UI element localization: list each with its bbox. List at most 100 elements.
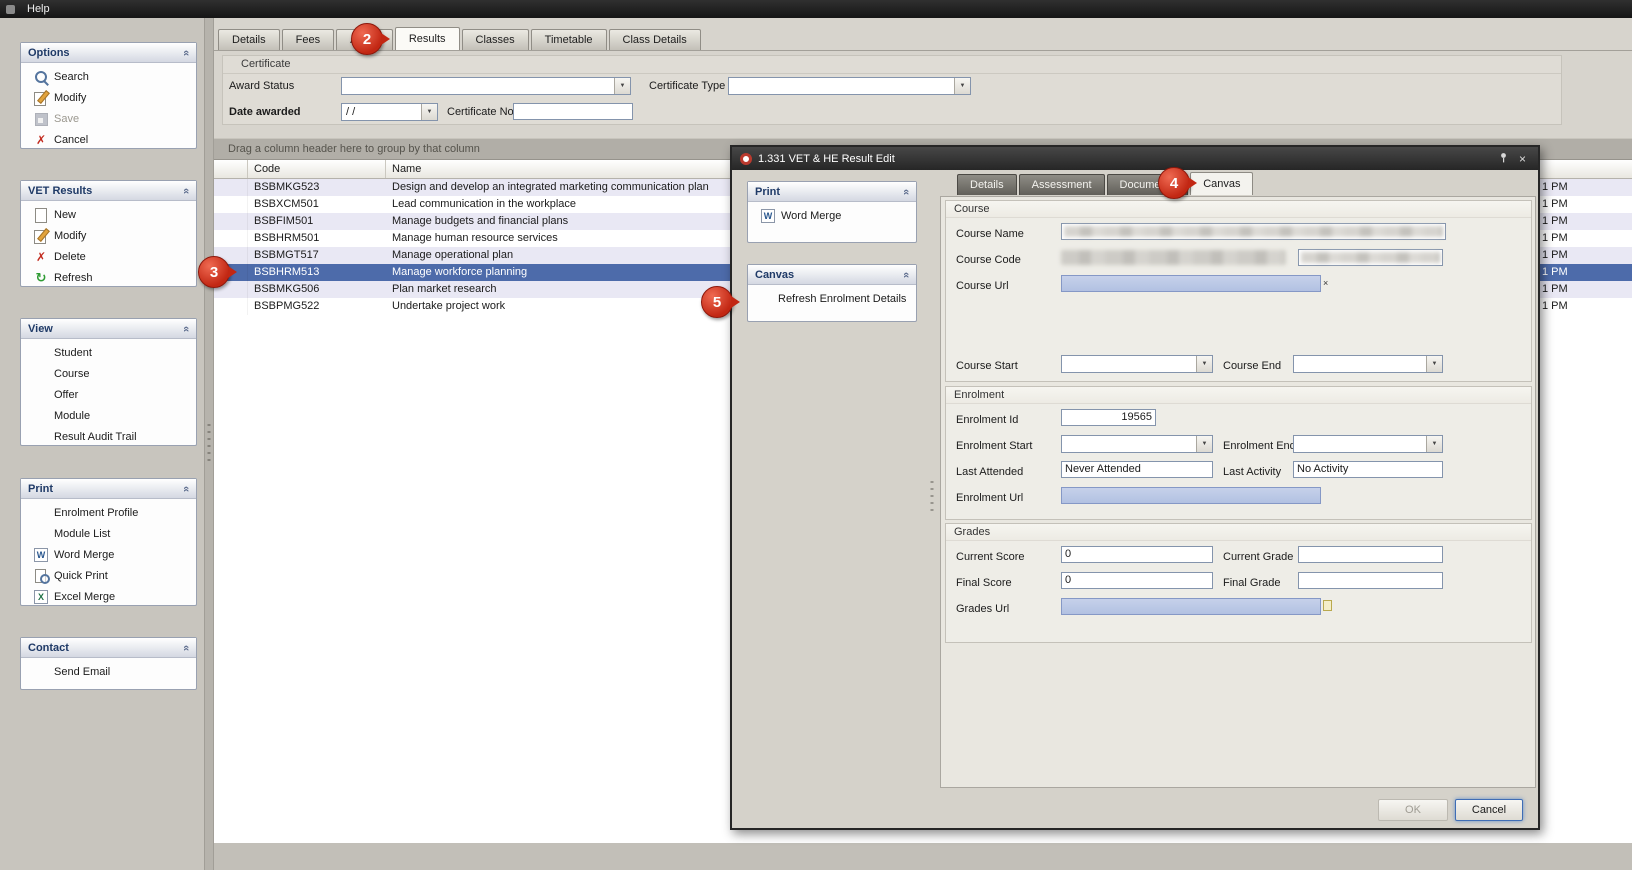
dialog-item-word-merge[interactable]: W Word Merge (748, 205, 916, 226)
collapse-chevron-icon[interactable]: « (900, 188, 912, 194)
sidebar-item-module[interactable]: Module (21, 405, 196, 426)
dialog-titlebar[interactable]: 1.331 VET & HE Result Edit × (732, 147, 1538, 170)
certificate-no-field[interactable] (513, 103, 633, 120)
dropdown-arrow-icon[interactable]: ▼ (1426, 356, 1442, 372)
certificate-type-combo[interactable]: ▼ (728, 77, 971, 95)
sidebar-item-modify-result[interactable]: Modify (21, 225, 196, 246)
dropdown-arrow-icon[interactable]: ▼ (1196, 436, 1212, 452)
sidebar-item-save[interactable]: Save (21, 108, 196, 129)
modify-pencil-icon (34, 229, 48, 243)
sidebar-item-excel-merge[interactable]: X Excel Merge (21, 586, 196, 607)
dialog-splitter[interactable] (928, 175, 936, 820)
pin-icon[interactable] (1498, 152, 1509, 166)
collapse-chevron-icon[interactable]: « (900, 271, 912, 277)
course-code-field[interactable] (1298, 249, 1443, 266)
sidebar-item-student[interactable]: Student (21, 342, 196, 363)
panel-contact-header[interactable]: Contact « (21, 638, 196, 658)
code-column-header[interactable]: Code (248, 160, 386, 178)
sidebar-item-offer[interactable]: Offer (21, 384, 196, 405)
row-time: 1 PM (1542, 281, 1568, 298)
dialog-tab-assessment[interactable]: Assessment (1019, 174, 1105, 195)
tab-fees[interactable]: Fees (282, 29, 334, 50)
enrolment-url-field[interactable] (1061, 487, 1321, 504)
panel-options-header[interactable]: Options « (21, 43, 196, 63)
print-preview-icon (34, 569, 48, 583)
tab-results[interactable]: Results (395, 27, 460, 50)
row-time: 1 PM (1542, 179, 1568, 196)
last-activity-field[interactable]: No Activity (1293, 461, 1443, 478)
dialog-item-refresh-enrolment-details[interactable]: Refresh Enrolment Details (748, 288, 916, 309)
dialog-tab-canvas[interactable]: Canvas (1190, 172, 1253, 195)
spacer-icon (34, 506, 48, 520)
tab-class-details[interactable]: Class Details (609, 29, 701, 50)
enrolment-end-combo[interactable]: ▼ (1293, 435, 1443, 453)
item-label: Save (54, 113, 79, 125)
course-end-combo[interactable]: ▼ (1293, 355, 1443, 373)
clear-icon[interactable]: × (1323, 278, 1328, 288)
collapse-chevron-icon[interactable]: « (180, 325, 192, 331)
last-activity-label: Last Activity (1223, 464, 1281, 481)
tab-timetable[interactable]: Timetable (531, 29, 607, 50)
dropdown-arrow-icon[interactable]: ▼ (421, 104, 437, 120)
tab-classes[interactable]: Classes (462, 29, 529, 50)
row-code: BSBPMG522 (248, 298, 386, 315)
final-grade-field[interactable] (1298, 572, 1443, 589)
enrolment-start-combo[interactable]: ▼ (1061, 435, 1213, 453)
award-status-combo[interactable]: ▼ (341, 77, 631, 95)
tab-details[interactable]: Details (218, 29, 280, 50)
enrolment-id-field[interactable]: 19565 (1061, 409, 1156, 426)
sidebar-item-result-audit-trail[interactable]: Result Audit Trail (21, 426, 196, 447)
panel-print-header[interactable]: Print « (21, 479, 196, 499)
close-icon[interactable]: × (1515, 152, 1530, 166)
sidebar-item-enrolment-profile[interactable]: Enrolment Profile (21, 502, 196, 523)
panel-vet-results-header[interactable]: VET Results « (21, 181, 196, 201)
enrolment-groupbox: Enrolment Enrolment Id 19565 Enrolment S… (945, 386, 1532, 520)
sidebar-item-cancel[interactable]: ✗ Cancel (21, 129, 196, 150)
item-label: Student (54, 347, 92, 359)
sidebar-splitter[interactable] (204, 18, 214, 870)
dropdown-arrow-icon[interactable]: ▼ (954, 78, 970, 94)
final-score-field[interactable]: 0 (1061, 572, 1213, 589)
grades-url-field[interactable] (1061, 598, 1321, 615)
sidebar-item-modify[interactable]: Modify (21, 87, 196, 108)
refresh-icon: ↻ (34, 271, 48, 285)
sidebar-item-search[interactable]: Search (21, 66, 196, 87)
item-label: Word Merge (781, 210, 841, 222)
dialog-tab-details[interactable]: Details (957, 174, 1017, 195)
dropdown-arrow-icon[interactable]: ▼ (1426, 436, 1442, 452)
course-name-field[interactable] (1061, 223, 1446, 240)
sidebar-item-send-email[interactable]: Send Email (21, 661, 196, 682)
spacer-icon (34, 409, 48, 423)
last-attended-field[interactable]: Never Attended (1061, 461, 1213, 478)
sidebar-item-delete[interactable]: ✗ Delete (21, 246, 196, 267)
panel-title: VET Results (28, 185, 183, 197)
date-awarded-combo[interactable]: / / ▼ (341, 103, 438, 121)
collapse-chevron-icon[interactable]: « (180, 49, 192, 55)
ok-button[interactable]: OK (1378, 799, 1448, 821)
cancel-button[interactable]: Cancel (1455, 799, 1523, 821)
collapse-chevron-icon[interactable]: « (180, 644, 192, 650)
dropdown-arrow-icon[interactable]: ▼ (1196, 356, 1212, 372)
collapse-chevron-icon[interactable]: « (180, 187, 192, 193)
dialog-panel-canvas: Canvas « Refresh Enrolment Details (747, 264, 917, 322)
spacer-icon (34, 665, 48, 679)
panel-view-header[interactable]: View « (21, 319, 196, 339)
sidebar-item-course[interactable]: Course (21, 363, 196, 384)
sidebar-item-refresh[interactable]: ↻ Refresh (21, 267, 196, 288)
row-code: BSBMKG506 (248, 281, 386, 298)
collapse-chevron-icon[interactable]: « (180, 485, 192, 491)
sidebar-item-new[interactable]: New (21, 204, 196, 225)
document-icon[interactable] (1323, 600, 1332, 611)
sidebar-item-quick-print[interactable]: Quick Print (21, 565, 196, 586)
current-grade-field[interactable] (1298, 546, 1443, 563)
sidebar-item-module-list[interactable]: Module List (21, 523, 196, 544)
dropdown-arrow-icon[interactable]: ▼ (614, 78, 630, 94)
course-url-field[interactable] (1061, 275, 1321, 292)
item-label: Delete (54, 251, 86, 263)
sidebar-item-word-merge[interactable]: W Word Merge (21, 544, 196, 565)
dialog-panel-canvas-header[interactable]: Canvas « (748, 265, 916, 285)
dialog-panel-print-header[interactable]: Print « (748, 182, 916, 202)
course-start-combo[interactable]: ▼ (1061, 355, 1213, 373)
menu-help[interactable]: Help (23, 3, 54, 15)
current-score-field[interactable]: 0 (1061, 546, 1213, 563)
